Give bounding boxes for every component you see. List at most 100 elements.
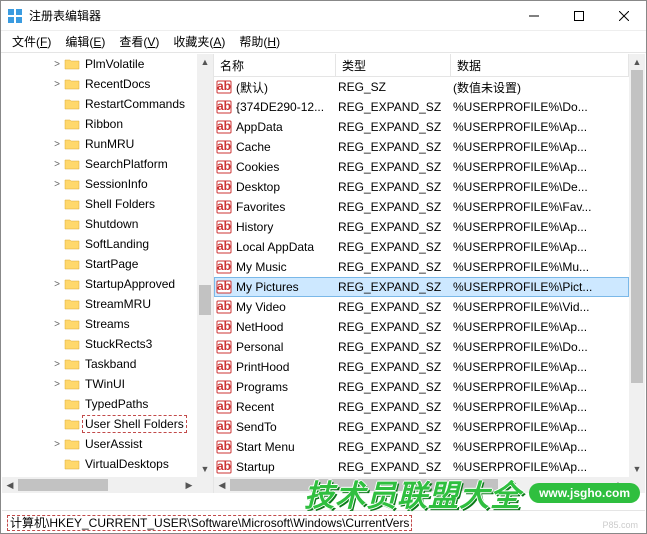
menu-e[interactable]: 编辑(E) xyxy=(58,32,112,51)
tree-item[interactable]: > RecentDocs xyxy=(2,74,197,94)
tree-item[interactable]: > Taskband xyxy=(2,354,197,374)
list-row[interactable]: ab{374DE290-12...REG_EXPAND_SZ%USERPROFI… xyxy=(214,97,629,117)
list-row[interactable]: abFavoritesREG_EXPAND_SZ%USERPROFILE%\Fa… xyxy=(214,197,629,217)
tree-item[interactable]: >SearchPlatform xyxy=(2,154,197,174)
menu-v[interactable]: 查看(V) xyxy=(112,32,166,51)
tree-item[interactable]: >RunMRU xyxy=(2,134,197,154)
tree-item[interactable]: >UserAssist xyxy=(2,434,197,454)
list-row[interactable]: abCacheREG_EXPAND_SZ%USERPROFILE%\Ap... xyxy=(214,137,629,157)
tree-label: Taskband xyxy=(83,356,138,372)
list-row[interactable]: abMy VideoREG_EXPAND_SZ%USERPROFILE%\Vid… xyxy=(214,297,629,317)
list-row[interactable]: abSendToREG_EXPAND_SZ%USERPROFILE%\Ap... xyxy=(214,417,629,437)
tree-item[interactable]: >SessionInfo xyxy=(2,174,197,194)
scroll-down-icon[interactable]: ▼ xyxy=(197,461,213,477)
list-row[interactable]: abDesktopREG_EXPAND_SZ%USERPROFILE%\De..… xyxy=(214,177,629,197)
expand-icon[interactable]: > xyxy=(50,319,64,330)
folder-icon xyxy=(64,337,80,351)
list-row[interactable]: abStartupREG_EXPAND_SZ%USERPROFILE%\Ap..… xyxy=(214,457,629,477)
list-row[interactable]: abHistoryREG_EXPAND_SZ%USERPROFILE%\Ap..… xyxy=(214,217,629,237)
list-row[interactable]: abStart MenuREG_EXPAND_SZ%USERPROFILE%\A… xyxy=(214,437,629,457)
minimize-button[interactable] xyxy=(511,1,556,30)
menu-a[interactable]: 收藏夹(A) xyxy=(166,32,232,51)
value-name: Start Menu xyxy=(234,440,336,454)
tree-item[interactable]: >PlmVolatile xyxy=(2,54,197,74)
tree-item[interactable]: >Streams xyxy=(2,314,197,334)
list-row[interactable]: abCookiesREG_EXPAND_SZ%USERPROFILE%\Ap..… xyxy=(214,157,629,177)
tree-item[interactable]: User Shell Folders xyxy=(2,414,197,434)
expand-icon[interactable]: > xyxy=(50,79,64,90)
tree-item[interactable]: Ribbon xyxy=(2,114,197,134)
list-row[interactable]: abRecentREG_EXPAND_SZ%USERPROFILE%\Ap... xyxy=(214,397,629,417)
tree-item[interactable]: >StartupApproved xyxy=(2,274,197,294)
tree-item[interactable]: >TWinUI xyxy=(2,374,197,394)
value-name: Cache xyxy=(234,140,336,154)
svg-text:ab: ab xyxy=(217,319,231,333)
list-body[interactable]: ab(默认)REG_SZ(数值未设置)ab{374DE290-12...REG_… xyxy=(214,77,629,477)
value-name: AppData xyxy=(234,120,336,134)
list-row[interactable]: abPrintHoodREG_EXPAND_SZ%USERPROFILE%\Ap… xyxy=(214,357,629,377)
expand-icon[interactable]: > xyxy=(50,139,64,150)
expand-icon[interactable]: > xyxy=(50,439,64,450)
folder-icon xyxy=(64,317,80,331)
list-row[interactable]: abPersonalREG_EXPAND_SZ%USERPROFILE%\Do.… xyxy=(214,337,629,357)
value-type: REG_EXPAND_SZ xyxy=(336,400,451,414)
value-type: REG_EXPAND_SZ xyxy=(336,340,451,354)
menu-f[interactable]: 文件(F) xyxy=(5,32,58,51)
svg-text:ab: ab xyxy=(217,339,231,353)
list-header[interactable]: 名称 类型 数据 xyxy=(214,54,629,77)
scroll-left-icon[interactable]: ◀ xyxy=(214,477,230,493)
scroll-up-icon[interactable]: ▲ xyxy=(629,54,645,70)
tree-label: RecentDocs xyxy=(83,76,152,92)
tree-item[interactable]: TypedPaths xyxy=(2,394,197,414)
tree-vscroll[interactable]: ▲ ▼ xyxy=(197,54,213,477)
expand-icon[interactable]: > xyxy=(50,359,64,370)
list-vscroll[interactable]: ▲ ▼ xyxy=(629,54,645,477)
expand-icon[interactable]: > xyxy=(50,179,64,190)
tree-list[interactable]: >PlmVolatile>RecentDocsRestartCommandsRi… xyxy=(2,54,197,477)
scroll-down-icon[interactable]: ▼ xyxy=(629,461,645,477)
folder-icon xyxy=(64,57,80,71)
scroll-right-icon[interactable]: ▶ xyxy=(181,477,197,493)
expand-icon[interactable]: > xyxy=(50,159,64,170)
value-type: REG_EXPAND_SZ xyxy=(336,140,451,154)
list-row[interactable]: abMy PicturesREG_EXPAND_SZ%USERPROFILE%\… xyxy=(214,277,629,297)
tree-item[interactable]: RestartCommands xyxy=(2,94,197,114)
tree-item[interactable]: SoftLanding xyxy=(2,234,197,254)
close-button[interactable] xyxy=(601,1,646,30)
tree-item[interactable]: VirtualDesktops xyxy=(2,454,197,474)
menu-h[interactable]: 帮助(H) xyxy=(232,32,287,51)
tree-item[interactable]: StartPage xyxy=(2,254,197,274)
folder-icon xyxy=(64,177,80,191)
value-name: Recent xyxy=(234,400,336,414)
col-data[interactable]: 数据 xyxy=(451,54,629,76)
list-row[interactable]: abNetHoodREG_EXPAND_SZ%USERPROFILE%\Ap..… xyxy=(214,317,629,337)
expand-icon[interactable]: > xyxy=(50,379,64,390)
scroll-up-icon[interactable]: ▲ xyxy=(197,54,213,70)
scroll-right-icon[interactable]: ▶ xyxy=(613,477,629,493)
menubar: 文件(F)编辑(E)查看(V)收藏夹(A)帮助(H) xyxy=(1,31,646,53)
col-name[interactable]: 名称 xyxy=(214,54,336,76)
svg-text:ab: ab xyxy=(217,159,231,173)
list-row[interactable]: abProgramsREG_EXPAND_SZ%USERPROFILE%\Ap.… xyxy=(214,377,629,397)
maximize-button[interactable] xyxy=(556,1,601,30)
tree-item[interactable]: Shell Folders xyxy=(2,194,197,214)
value-data: %USERPROFILE%\Ap... xyxy=(451,120,629,134)
watermark-id: P85.com xyxy=(602,520,638,530)
expand-icon[interactable]: > xyxy=(50,59,64,70)
list-row[interactable]: abLocal AppDataREG_EXPAND_SZ%USERPROFILE… xyxy=(214,237,629,257)
folder-icon xyxy=(64,197,80,211)
list-row[interactable]: abAppDataREG_EXPAND_SZ%USERPROFILE%\Ap..… xyxy=(214,117,629,137)
list-row[interactable]: ab(默认)REG_SZ(数值未设置) xyxy=(214,77,629,97)
tree-label: SoftLanding xyxy=(83,236,151,252)
svg-text:ab: ab xyxy=(217,279,231,293)
scroll-left-icon[interactable]: ◀ xyxy=(2,477,18,493)
tree-hscroll[interactable]: ◀ ▶ xyxy=(2,477,197,493)
tree-item[interactable]: StreamMRU xyxy=(2,294,197,314)
tree-item[interactable]: StuckRects3 xyxy=(2,334,197,354)
expand-icon[interactable]: > xyxy=(50,279,64,290)
titlebar: 注册表编辑器 xyxy=(1,1,646,31)
col-type[interactable]: 类型 xyxy=(336,54,451,76)
list-row[interactable]: abMy MusicREG_EXPAND_SZ%USERPROFILE%\Mu.… xyxy=(214,257,629,277)
list-hscroll[interactable]: ◀ ▶ xyxy=(214,477,629,493)
tree-item[interactable]: Shutdown xyxy=(2,214,197,234)
